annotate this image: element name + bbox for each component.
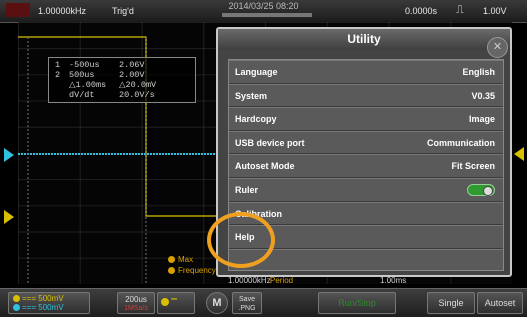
memory-bar [222, 13, 312, 17]
menu-item-ruler[interactable]: Ruler [229, 177, 503, 202]
menu-item-autoset-mode[interactable]: Autoset Mode Fit Screen [229, 154, 503, 178]
trigger-level-marker[interactable] [514, 147, 524, 161]
ch2-icon [13, 304, 20, 312]
autoset-button[interactable]: Autoset [477, 292, 523, 314]
meas-row: dV/dt 20.0V/s [69, 90, 155, 100]
trigger-level: 1.00V [483, 6, 507, 16]
channel-scale-button[interactable]: === 500mV === 500mV [8, 292, 90, 314]
datetime: 2014/03/25 08:20 [228, 1, 299, 11]
help-highlight-circle [207, 212, 275, 268]
period-label: Period [270, 276, 294, 285]
horizontal-position: 0.0000s [405, 6, 438, 16]
measure-icon [168, 267, 175, 275]
frequency-value: 1.00000kHz [228, 276, 271, 285]
menu-m-button[interactable]: M [206, 292, 228, 314]
period-value: 1.00ms [380, 276, 407, 285]
save-button[interactable]: Save .PNG [232, 292, 262, 314]
meas-row: 1 -500us 2.06V [55, 60, 145, 70]
menu-item-usb-device-port[interactable]: USB device port Communication [229, 130, 503, 155]
ch2-level-marker[interactable] [4, 148, 14, 162]
cursor-measurement-panel: 1 -500us 2.06V 2 500us 2.00V △1.00ms △20.0mV … [48, 57, 196, 103]
single-button[interactable]: Single [427, 292, 475, 314]
measure-icon [168, 256, 175, 264]
dialog-title: Utility [218, 29, 510, 50]
toggle-knob [483, 185, 493, 196]
ch1-level-marker[interactable] [4, 210, 14, 224]
rising-edge-icon: ⎍ [456, 4, 464, 16]
run-stop-button[interactable]: Run/Stop [318, 292, 396, 314]
ruler-toggle[interactable] [467, 183, 495, 196]
meas-row: 2 500us 2.00V [55, 70, 145, 80]
bottom-control-bar: === 500mV === 500mV 200us 1MSa/s ═ M Sav… [0, 288, 527, 317]
status-bar: 1.00000kHz Trig'd 2014/03/25 08:20 0.000… [0, 0, 527, 23]
menu-item-system[interactable]: System V0.35 [229, 83, 503, 108]
trigger-source-icon [161, 298, 169, 306]
menu-item-language[interactable]: Language English [229, 60, 503, 84]
close-icon[interactable]: ✕ [487, 37, 508, 58]
menu-item-hardcopy[interactable]: Hardcopy Image [229, 107, 503, 131]
meas-row: △1.00ms △20.0mV [69, 80, 157, 90]
menu-item-calibration[interactable]: Calibration [229, 201, 503, 226]
timebase-button[interactable]: 200us 1MSa/s [117, 292, 155, 314]
auto-measurements: Max Frequency [168, 254, 216, 276]
ch1-icon [13, 295, 20, 303]
trigger-button[interactable]: ═ [157, 292, 195, 314]
